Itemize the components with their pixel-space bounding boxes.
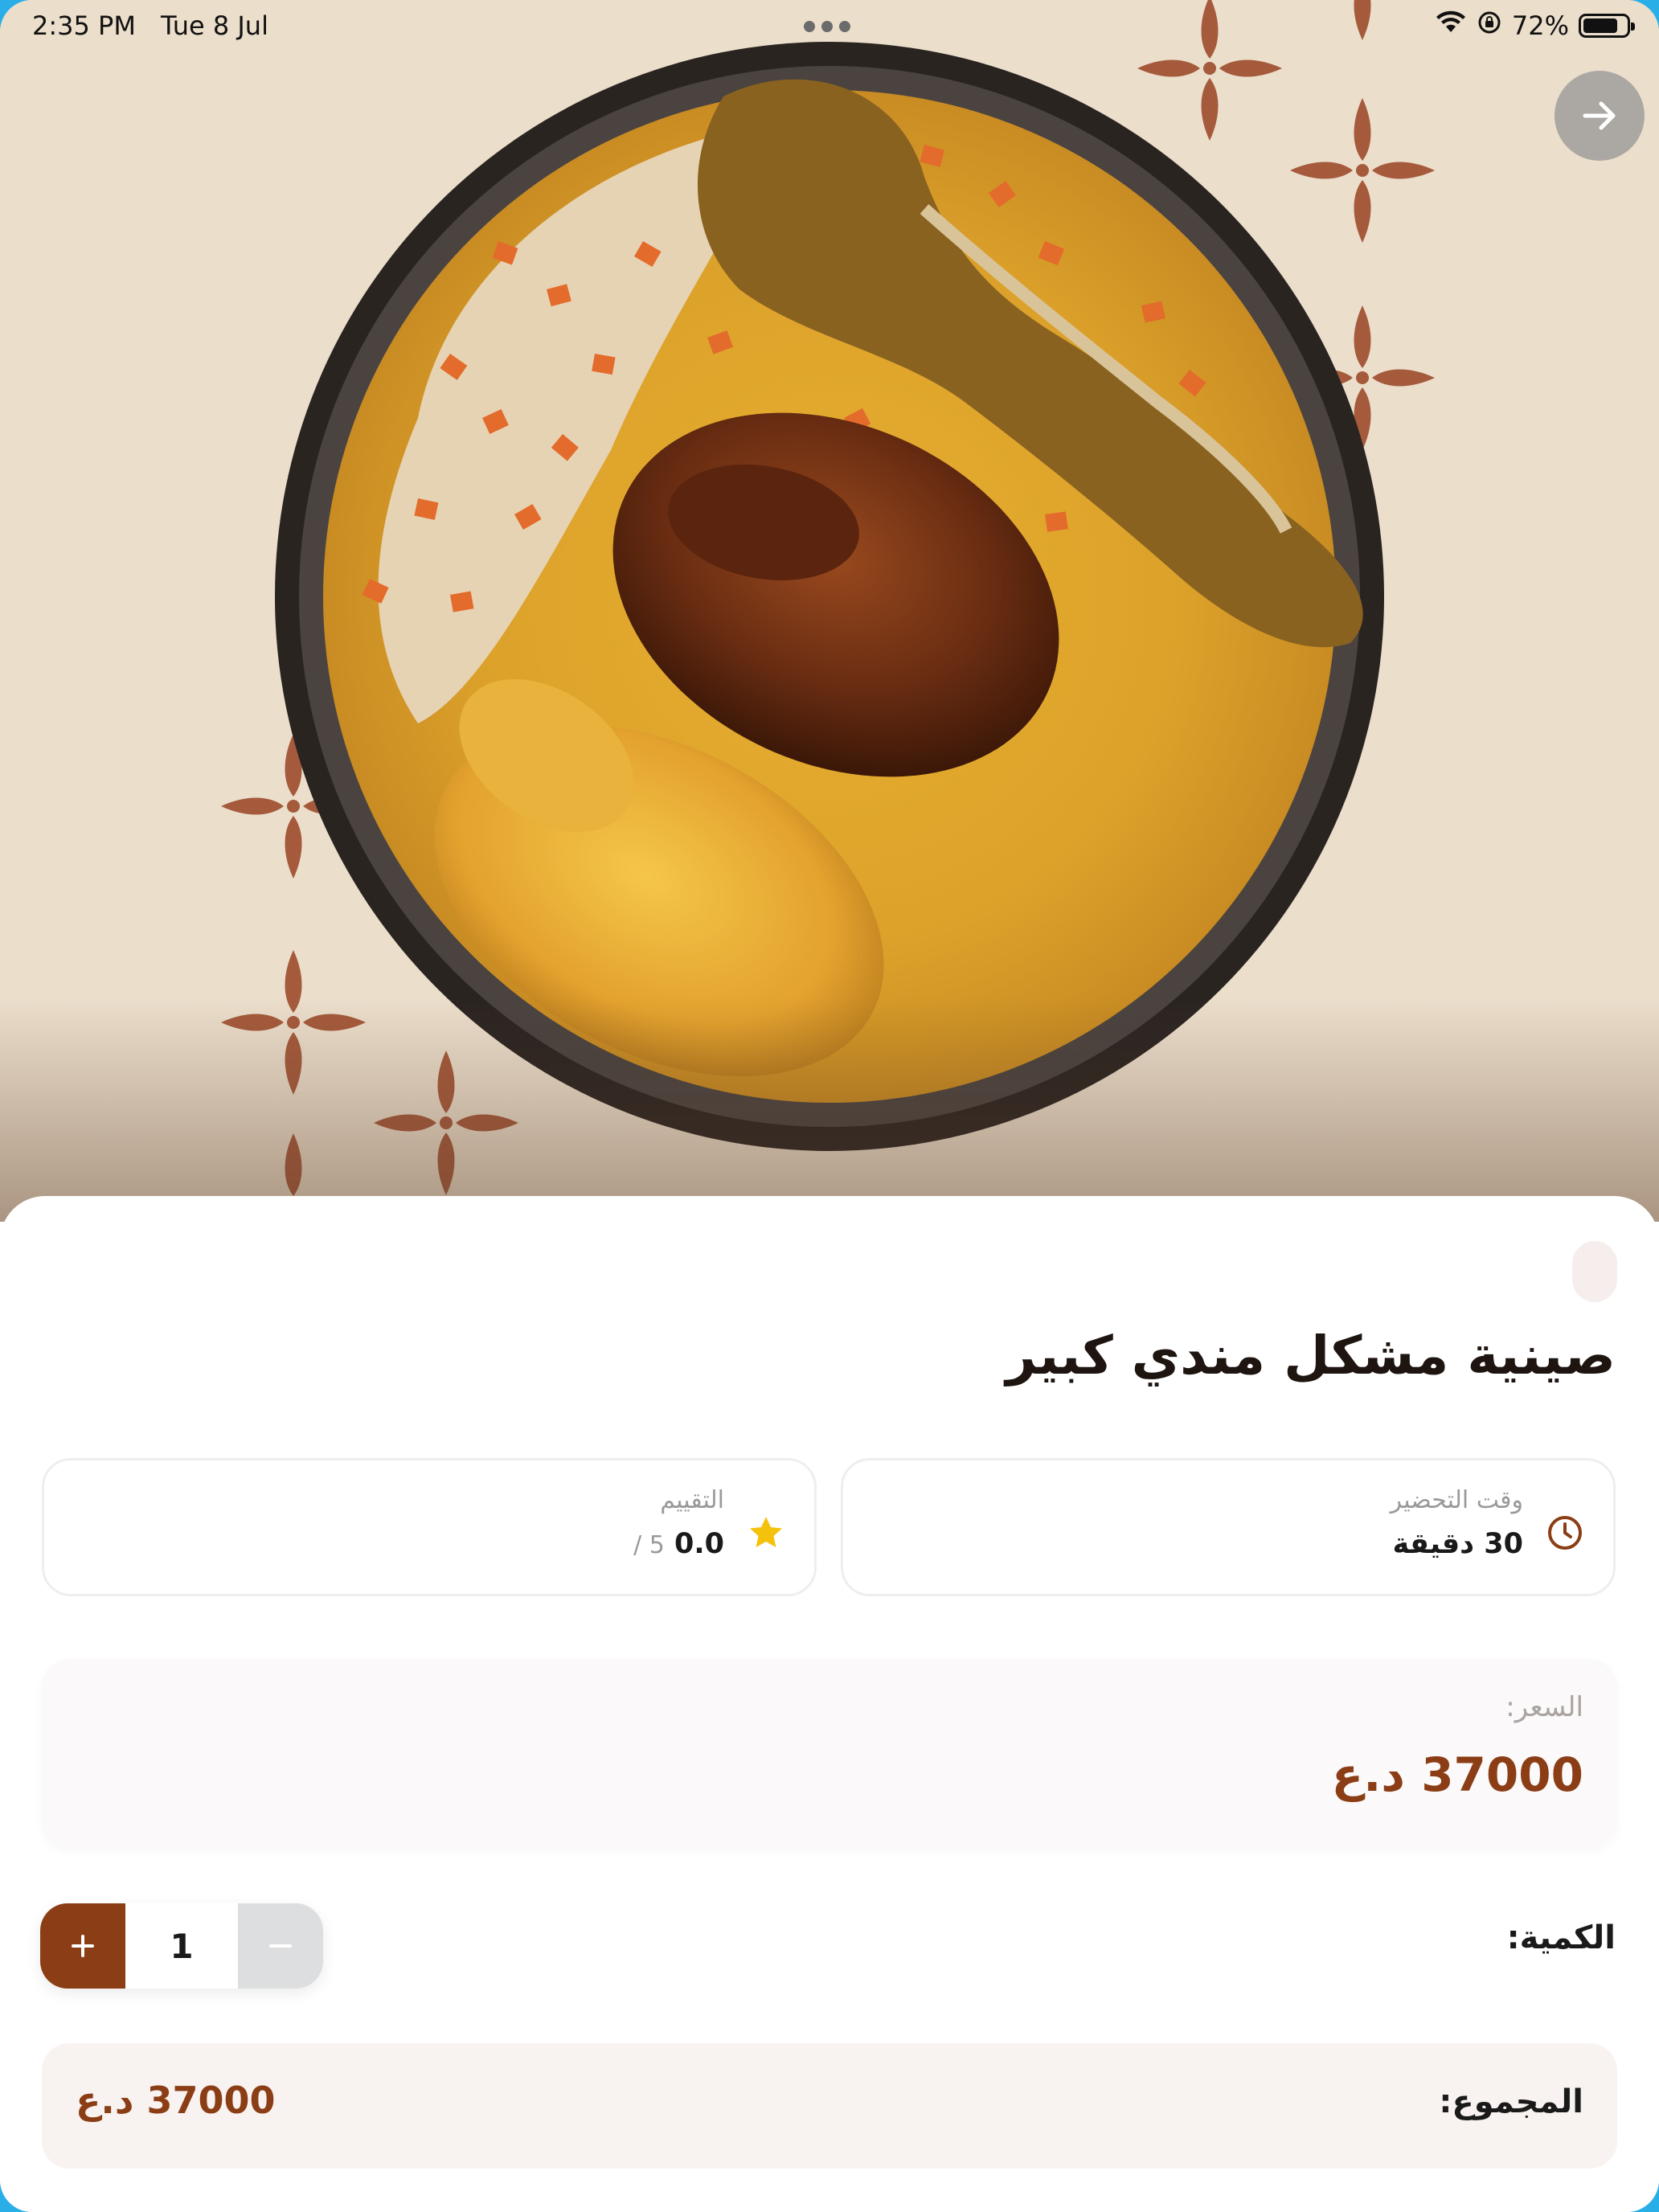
status-date: Tue 8 Jul bbox=[161, 10, 268, 41]
prep-time-value: 30 دقيقة bbox=[1392, 1528, 1524, 1560]
quantity-value: 1 bbox=[125, 1903, 238, 1989]
star-icon bbox=[750, 1517, 782, 1547]
prep-time-label: وقت التحضير bbox=[1390, 1486, 1523, 1514]
decrease-quantity-button[interactable] bbox=[238, 1903, 323, 1989]
price-box: السعر: 37000 د.ع bbox=[42, 1659, 1617, 1849]
plus-icon bbox=[72, 1935, 94, 1957]
rating-max: / 5 bbox=[633, 1531, 665, 1559]
total-label: المجموع: bbox=[1439, 2083, 1583, 2120]
status-indicators: 72% bbox=[1435, 10, 1635, 43]
wifi-icon bbox=[1435, 10, 1467, 43]
rating-card: التقييم / 5 0.0 bbox=[42, 1458, 817, 1596]
arrow-right-icon bbox=[1583, 101, 1616, 130]
sheet-handle[interactable] bbox=[1572, 1241, 1617, 1302]
product-title: صينية مشكل مندي كبير bbox=[1006, 1325, 1616, 1387]
orientation-lock-icon bbox=[1477, 10, 1502, 43]
prep-time-card: وقت التحضير 30 دقيقة bbox=[841, 1458, 1616, 1596]
rating-label: التقييم bbox=[660, 1486, 724, 1514]
total-box: المجموع: 37000 د.ع bbox=[42, 2043, 1617, 2169]
device-screen: 2:35 PM Tue 8 Jul 72% صينية مشكل مندي كب… bbox=[0, 0, 1659, 2212]
multitasking-dots-icon[interactable] bbox=[804, 21, 855, 32]
quantity-stepper: 1 bbox=[40, 1903, 323, 1989]
minus-icon bbox=[269, 1944, 292, 1948]
total-value: 37000 د.ع bbox=[76, 2079, 276, 2122]
increase-quantity-button[interactable] bbox=[40, 1903, 125, 1989]
product-details-sheet: صينية مشكل مندي كبير وقت التحضير 30 دقيق… bbox=[0, 1196, 1659, 2212]
battery-icon bbox=[1579, 14, 1635, 38]
back-button[interactable] bbox=[1555, 71, 1645, 161]
hero-gradient-overlay bbox=[0, 997, 1659, 1222]
rating-value: 0.0 bbox=[674, 1528, 724, 1560]
battery-percent: 72% bbox=[1511, 10, 1569, 41]
product-hero-image bbox=[0, 0, 1659, 1222]
price-label: السعر: bbox=[1505, 1691, 1583, 1723]
status-time: 2:35 PM bbox=[32, 10, 136, 41]
price-value: 37000 د.ع bbox=[1331, 1747, 1583, 1802]
clock-icon bbox=[1548, 1516, 1582, 1550]
rating-value-row: / 5 0.0 bbox=[633, 1528, 724, 1560]
quantity-label: الكمية: bbox=[1506, 1919, 1616, 1956]
